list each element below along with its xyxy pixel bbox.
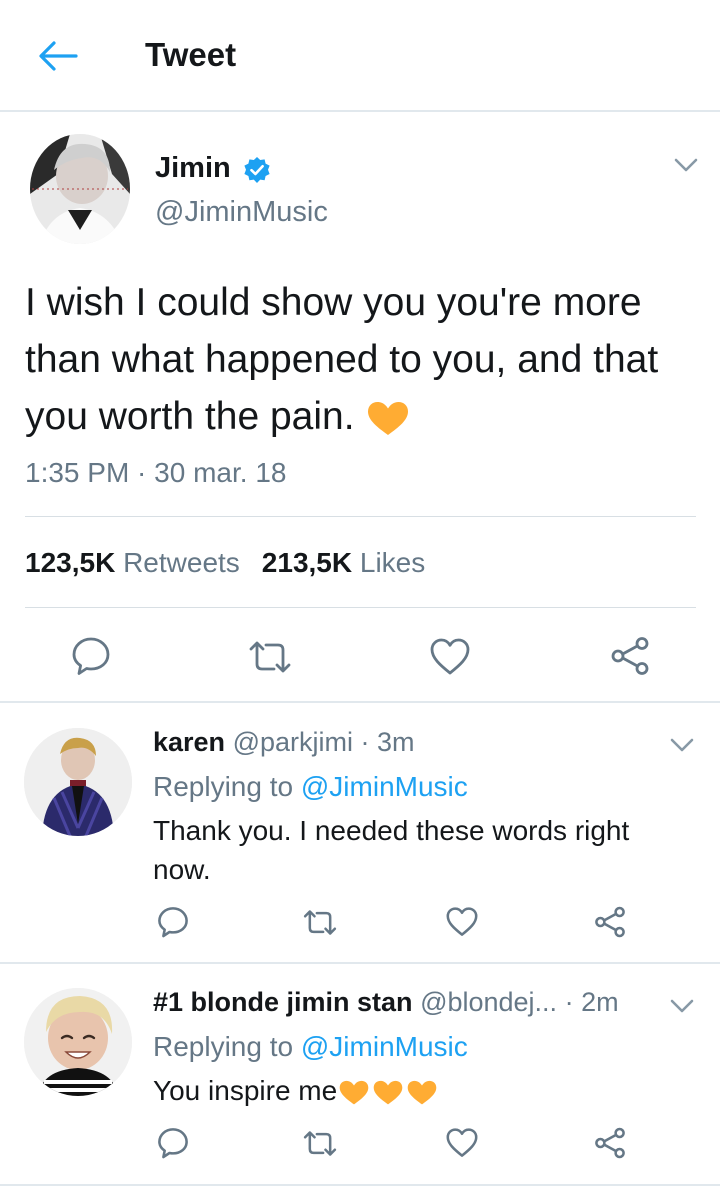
section-divider xyxy=(0,1184,720,1186)
top-bar: Tweet xyxy=(0,0,720,112)
likes-count[interactable]: 213,5K xyxy=(262,547,352,578)
replying-to-prefix: Replying to xyxy=(153,771,294,802)
chevron-down-icon[interactable] xyxy=(669,736,695,754)
reply-time: · 2m xyxy=(564,987,619,1017)
reply-time: · 3m xyxy=(360,727,415,757)
reply-text-body: You inspire me xyxy=(153,1075,338,1106)
yellow-heart-emoji-icon xyxy=(339,1080,369,1105)
yellow-heart-emoji-icon xyxy=(373,1080,403,1105)
avatar[interactable] xyxy=(30,134,130,244)
section-divider xyxy=(0,962,720,964)
author-handle[interactable]: @JiminMusic xyxy=(155,196,328,229)
verified-badge-icon xyxy=(244,157,270,183)
retweet-icon[interactable] xyxy=(302,909,338,936)
like-heart-icon[interactable] xyxy=(430,638,470,676)
replying-to-line: Replying to @JiminMusic xyxy=(153,1031,468,1063)
back-arrow-icon[interactable] xyxy=(36,38,78,74)
like-heart-icon[interactable] xyxy=(446,1128,478,1158)
yellow-heart-emoji-icon xyxy=(367,401,408,435)
tweet-stats: 123,5K Retweets 213,5K Likes xyxy=(25,547,425,579)
reply-header: #1 blonde jimin stan @blondej... · 2m xyxy=(153,987,619,1018)
replying-to-line: Replying to @JiminMusic xyxy=(153,771,468,803)
divider xyxy=(25,516,696,517)
reply-text: You inspire me xyxy=(153,1071,683,1110)
yellow-heart-emoji-icon xyxy=(407,1080,437,1105)
divider xyxy=(25,607,696,608)
retweet-icon[interactable] xyxy=(302,1130,338,1157)
tweet-text-body: I wish I could show you you're more than… xyxy=(25,281,659,438)
like-heart-icon[interactable] xyxy=(446,907,478,937)
retweets-count[interactable]: 123,5K xyxy=(25,547,115,578)
replying-to-link[interactable]: @JiminMusic xyxy=(301,1031,468,1062)
page-title: Tweet xyxy=(145,36,237,73)
reply-header: karen @parkjimi · 3m xyxy=(153,727,415,758)
retweets-label[interactable]: Retweets xyxy=(123,547,240,578)
tweet-timestamp[interactable]: 1:35 PM · 30 mar. 18 xyxy=(25,457,286,489)
replying-to-link[interactable]: @JiminMusic xyxy=(301,771,468,802)
author-name[interactable]: Jimin xyxy=(155,152,231,185)
reply-icon[interactable] xyxy=(157,1127,189,1159)
replying-to-prefix: Replying to xyxy=(153,1031,294,1062)
retweet-icon[interactable] xyxy=(247,640,293,674)
section-divider xyxy=(0,701,720,703)
share-icon[interactable] xyxy=(594,1127,626,1159)
reply-author-handle[interactable]: @blondej... xyxy=(420,987,557,1017)
reply-icon[interactable] xyxy=(157,906,189,938)
reply-text: Thank you. I needed these words right no… xyxy=(153,815,630,885)
avatar[interactable] xyxy=(24,728,132,836)
reply-author-name[interactable]: karen xyxy=(153,727,225,757)
tweet-text: I wish I could show you you're more than… xyxy=(25,274,705,445)
share-icon[interactable] xyxy=(594,906,626,938)
share-icon[interactable] xyxy=(610,636,650,676)
reply-icon[interactable] xyxy=(71,636,111,676)
likes-label[interactable]: Likes xyxy=(360,547,425,578)
chevron-down-icon[interactable] xyxy=(669,997,695,1015)
avatar[interactable] xyxy=(24,988,132,1096)
reply-author-handle[interactable]: @parkjimi xyxy=(233,727,353,757)
reply-author-name[interactable]: #1 blonde jimin stan xyxy=(153,987,413,1017)
chevron-down-icon[interactable] xyxy=(673,156,699,174)
